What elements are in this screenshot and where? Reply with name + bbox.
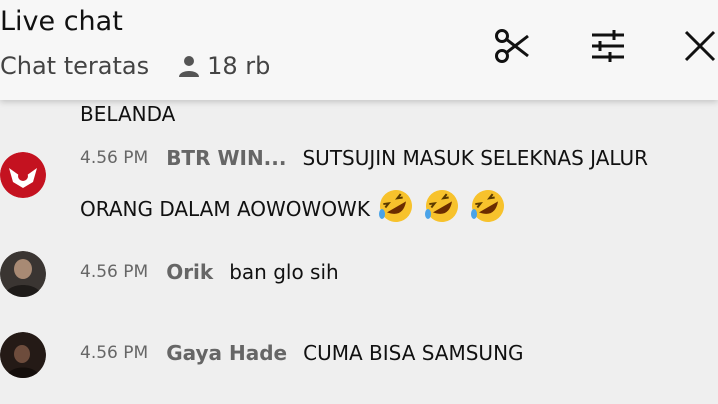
chat-header: Live chat Chat teratas 18 rb <box>0 0 718 100</box>
logo-avatar-icon <box>0 152 46 198</box>
message-text: ORANG DALAM AOWOWOWK <box>80 196 370 221</box>
message-timestamp: 4.56 PM <box>80 262 149 282</box>
person-icon <box>179 56 200 77</box>
chat-title: Live chat <box>0 6 123 37</box>
viewer-count: 18 rb <box>177 52 270 80</box>
chat-message: 4.56 PM BTR WIN... SUTSUJIN MASUK SELEKN… <box>80 146 648 170</box>
chat-message: 4.56 PM Gaya Hade CUMA BISA SAMSUNG <box>80 341 524 365</box>
avatar[interactable] <box>0 332 46 378</box>
rofl-emoji-icon <box>468 186 508 231</box>
close-button[interactable] <box>676 22 718 70</box>
message-author[interactable]: BTR WIN... <box>166 146 286 170</box>
user-photo-icon <box>0 251 46 297</box>
chat-subheader: Chat teratas 18 rb <box>0 52 270 80</box>
viewer-count-value: 18 rb <box>207 52 271 80</box>
message-timestamp: 4.56 PM <box>80 148 149 168</box>
rofl-emoji-icon <box>422 186 462 231</box>
filter-button[interactable] <box>584 22 632 70</box>
message-text: ban glo sih <box>229 260 339 284</box>
user-photo-icon <box>0 332 46 378</box>
chat-message: 4.56 PM Orik ban glo sih <box>80 260 339 284</box>
close-icon <box>684 30 716 62</box>
message-text: CUMA BISA SAMSUNG <box>303 341 524 365</box>
chat-message-line: ORANG DALAM AOWOWOWK <box>80 186 508 231</box>
scissors-icon <box>495 29 529 63</box>
clip-button[interactable] <box>488 22 536 70</box>
sliders-icon <box>592 30 624 62</box>
chat-message-continuation: BELANDA <box>80 102 175 126</box>
chat-feed[interactable]: BELANDA 4.56 PM BTR WIN... SUTSUJIN MASU… <box>0 100 718 404</box>
message-author[interactable]: Gaya Hade <box>166 341 287 365</box>
avatar[interactable] <box>0 251 46 297</box>
rofl-emoji-icon <box>376 186 416 231</box>
message-text: SUTSUJIN MASUK SELEKNAS JALUR <box>302 146 649 170</box>
message-timestamp: 4.56 PM <box>80 343 149 363</box>
avatar[interactable] <box>0 152 46 198</box>
message-author[interactable]: Orik <box>166 260 213 284</box>
top-chat-selector[interactable]: Chat teratas <box>0 52 149 80</box>
message-text: BELANDA <box>80 102 176 126</box>
